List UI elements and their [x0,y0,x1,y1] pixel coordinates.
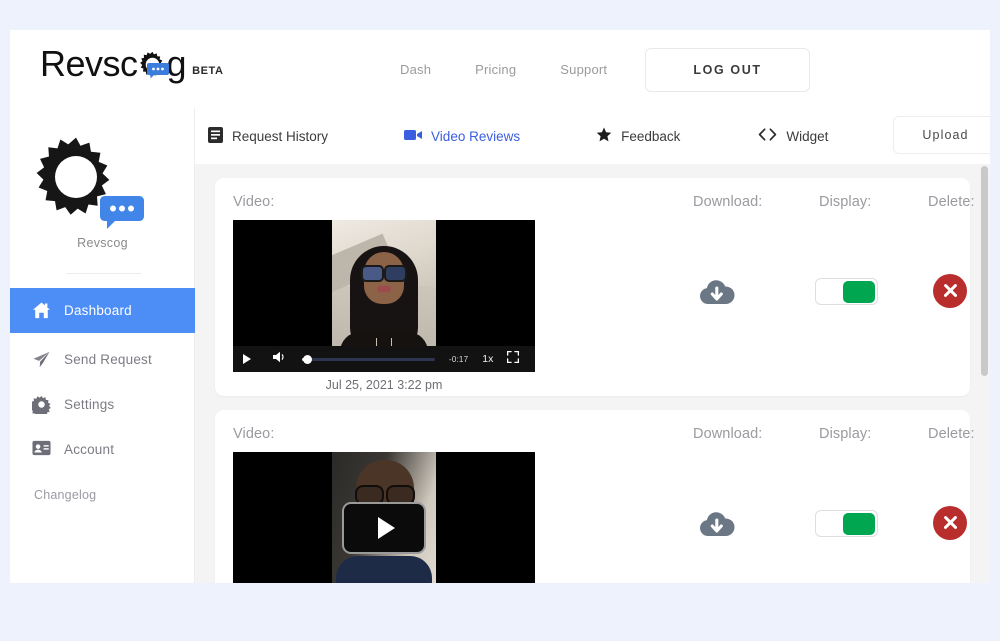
sidebar-item-dashboard[interactable]: Dashboard [10,288,195,333]
label-download: Download: [693,426,763,442]
label-video: Video: [233,194,275,210]
nav-dash[interactable]: Dash [400,62,431,77]
label-delete: Delete: [928,194,975,210]
playback-rate-button[interactable]: 1x [482,353,493,365]
video-timestamp: Jul 25, 2021 3:22 pm [325,378,443,392]
cog-chat-logo [34,135,170,229]
brand-wordmark: Revsc g [40,43,187,84]
brand-text-before: Revsc [40,43,138,84]
video-control-bar: -0:17 1x [233,346,535,372]
code-brackets-icon [758,128,777,144]
sidebar-logo-name: Revscog [77,236,128,250]
tab-request-history[interactable]: Request History [208,126,329,146]
tab-bar: Request History Video Reviews Feedback W… [195,108,990,164]
cloud-download-icon[interactable] [698,278,736,312]
toggle-knob [843,280,875,303]
delete-button[interactable] [933,506,967,540]
document-list-icon [208,126,223,146]
tab-label: Video Reviews [431,128,521,144]
sidebar-menu: Dashboard Send Request Settings Account [10,288,195,517]
play-button-overlay[interactable] [342,502,426,554]
nav-support[interactable]: Support [560,62,607,77]
content-scrollbar[interactable] [981,166,988,581]
progress-bar[interactable] [302,354,435,364]
sidebar-item-label: Dashboard [64,303,132,318]
display-toggle[interactable] [815,278,878,305]
sidebar-item-account[interactable]: Account [10,427,195,472]
label-display: Display: [819,426,872,442]
label-display: Display: [819,194,872,210]
play-icon[interactable] [243,354,251,364]
star-icon [596,127,612,145]
delete-button[interactable] [933,274,967,308]
app-window: Revsc g BETA Dash Pricing Support LOG OUT… [10,30,990,583]
nav-pricing[interactable]: Pricing [475,62,516,77]
volume-icon[interactable] [273,350,287,368]
video-reviews-list: Video: Download: Display: Delete: -0:17 … [195,164,990,583]
paper-plane-icon [32,350,51,369]
sidebar-item-label: Changelog [34,487,97,502]
fullscreen-icon[interactable] [507,350,520,368]
scrollbar-thumb[interactable] [981,166,988,376]
toggle-knob [843,512,875,535]
brand-logo[interactable]: Revsc g BETA [40,46,224,82]
beta-badge: BETA [192,65,224,77]
upload-button[interactable]: Upload [893,116,990,154]
logout-button[interactable]: LOG OUT [645,48,810,92]
video-player[interactable]: -0:17 1x [233,220,535,372]
tab-label: Request History [232,128,329,144]
tab-label: Widget [786,128,829,144]
cloud-download-icon[interactable] [698,510,736,544]
sidebar-item-changelog[interactable]: Changelog [10,472,195,517]
sidebar-item-label: Send Request [64,352,152,367]
card-column-labels: Video: Download: Display: Delete: [215,426,975,446]
sidebar-item-label: Account [64,442,115,457]
play-icon [377,517,395,539]
home-icon [32,301,51,320]
brand-text-after: g [166,43,187,84]
card-column-labels: Video: Download: Display: Delete: [215,194,975,214]
display-toggle[interactable] [815,510,878,537]
sidebar: Revscog Dashboard Send Request Settings … [10,108,195,583]
id-card-icon [32,440,51,459]
tab-widget[interactable]: Widget [758,128,828,144]
label-download: Download: [693,194,763,210]
sidebar-item-label: Settings [64,397,115,412]
label-video: Video: [233,426,275,442]
label-delete: Delete: [928,426,975,442]
sidebar-logo: Revscog [10,135,195,250]
video-review-card: Video: Download: Display: Delete: [215,178,975,396]
tab-video-reviews[interactable]: Video Reviews [404,129,520,144]
sidebar-item-send-request[interactable]: Send Request [10,337,195,382]
video-review-card: Video: Download: Display: Delete: [215,410,975,583]
time-remaining: -0:17 [449,354,469,364]
tab-label: Feedback [621,128,681,144]
video-player[interactable] [233,452,535,583]
video-camera-icon [404,129,423,144]
sidebar-item-settings[interactable]: Settings [10,382,195,427]
sidebar-divider [66,273,141,274]
gear-icon [30,395,51,418]
progress-handle[interactable] [303,354,312,364]
tab-feedback[interactable]: Feedback [596,127,680,145]
top-header: Revsc g BETA Dash Pricing Support LOG OUT [10,30,990,108]
cog-chat-icon [138,50,169,79]
top-navigation: Dash Pricing Support [400,30,607,108]
